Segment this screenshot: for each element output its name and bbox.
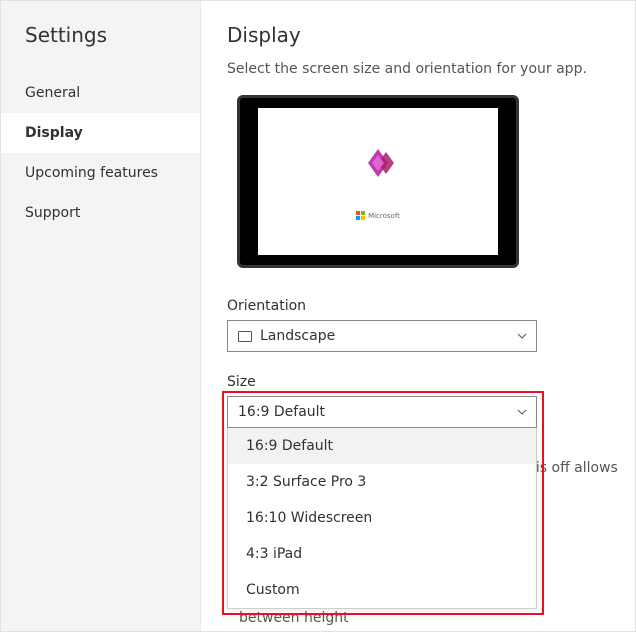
display-settings-panel: Display Select the screen size and orien…	[201, 1, 635, 631]
orientation-dropdown[interactable]: Landscape	[227, 320, 537, 352]
sidebar-item-upcoming-features[interactable]: Upcoming features	[1, 153, 200, 193]
page-title: Display	[227, 23, 605, 47]
size-option-4-3-ipad[interactable]: 4:3 iPad	[228, 536, 536, 572]
sidebar-item-label: Support	[25, 205, 80, 221]
landscape-icon	[238, 331, 252, 342]
sidebar-item-label: Upcoming features	[25, 165, 158, 181]
microsoft-logo-text: Microsoft	[368, 212, 400, 220]
chevron-down-icon	[516, 330, 528, 342]
size-option-16-9-default[interactable]: 16:9 Default	[228, 428, 536, 464]
size-option-16-10-widescreen[interactable]: 16:10 Widescreen	[228, 500, 536, 536]
size-group: Size his off allows between height 16:9 …	[227, 374, 605, 609]
powerapps-icon	[356, 143, 400, 183]
page-description: Select the screen size and orientation f…	[227, 61, 605, 77]
sidebar-item-general[interactable]: General	[1, 73, 200, 113]
obscured-text-fragment: between height	[239, 610, 619, 626]
settings-window: Settings General Display Upcoming featur…	[0, 0, 636, 632]
size-value: 16:9 Default	[238, 404, 325, 420]
size-option-custom[interactable]: Custom	[228, 572, 536, 608]
device-preview-screen: Microsoft	[258, 108, 498, 255]
microsoft-logo: Microsoft	[356, 211, 400, 220]
sidebar-item-display[interactable]: Display	[1, 113, 200, 153]
option-label: 3:2 Surface Pro 3	[246, 474, 366, 490]
size-dropdown-list: 16:9 Default 3:2 Surface Pro 3 16:10 Wid…	[227, 428, 537, 609]
device-preview-frame: Microsoft	[237, 95, 519, 268]
option-label: 4:3 iPad	[246, 546, 302, 562]
size-option-3-2-surface-pro-3[interactable]: 3:2 Surface Pro 3	[228, 464, 536, 500]
microsoft-logo-icon	[356, 211, 365, 220]
option-label: 16:10 Widescreen	[246, 510, 372, 526]
sidebar-item-label: Display	[25, 125, 83, 141]
size-dropdown[interactable]: 16:9 Default	[227, 396, 537, 428]
orientation-value: Landscape	[260, 328, 335, 344]
chevron-down-icon	[516, 406, 528, 418]
size-label: Size	[227, 374, 605, 390]
option-label: Custom	[246, 582, 300, 598]
orientation-group: Orientation Landscape	[227, 298, 605, 352]
sidebar-item-support[interactable]: Support	[1, 193, 200, 233]
option-label: 16:9 Default	[246, 438, 333, 454]
orientation-label: Orientation	[227, 298, 605, 314]
sidebar-item-label: General	[25, 85, 80, 101]
settings-sidebar: Settings General Display Upcoming featur…	[1, 1, 201, 631]
sidebar-title: Settings	[1, 23, 200, 73]
